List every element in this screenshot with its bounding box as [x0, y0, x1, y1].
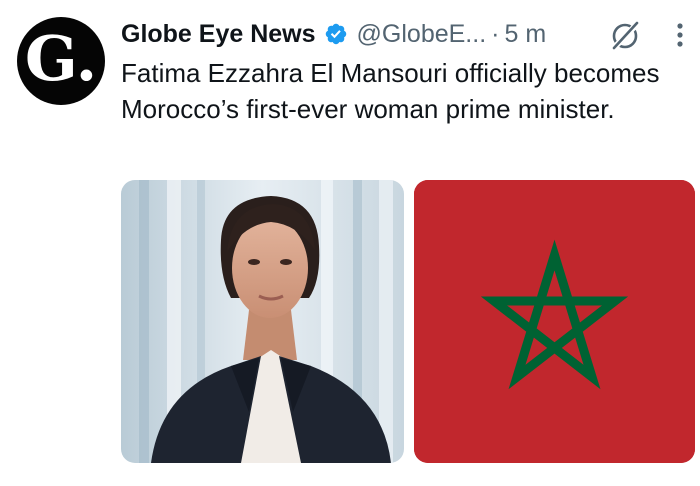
timestamp[interactable]: 5 m: [504, 20, 546, 49]
display-name[interactable]: Globe Eye News: [121, 20, 316, 49]
tweet-header: Globe Eye News @GlobeE... · 5 m: [121, 14, 546, 54]
verified-badge-icon[interactable]: [324, 22, 348, 46]
more-vertical-icon[interactable]: [672, 20, 688, 50]
author-handle[interactable]: @GlobeE...: [357, 20, 487, 49]
avatar[interactable]: G.: [17, 17, 105, 105]
tweet[interactable]: G. Globe Eye News @GlobeE... · 5 m Fatim…: [0, 0, 700, 486]
separator-dot: ·: [491, 19, 500, 48]
portrait-photo[interactable]: [121, 180, 404, 463]
green-pentagram-icon: [414, 180, 695, 463]
grok-icon[interactable]: [608, 20, 642, 50]
portrait-illustration: [121, 180, 404, 463]
morocco-flag-image[interactable]: [414, 180, 695, 463]
avatar-logo: G.: [24, 22, 98, 95]
media-grid: [121, 180, 695, 463]
tweet-text: Fatima Ezzahra El Mansouri officially be…: [121, 58, 660, 124]
